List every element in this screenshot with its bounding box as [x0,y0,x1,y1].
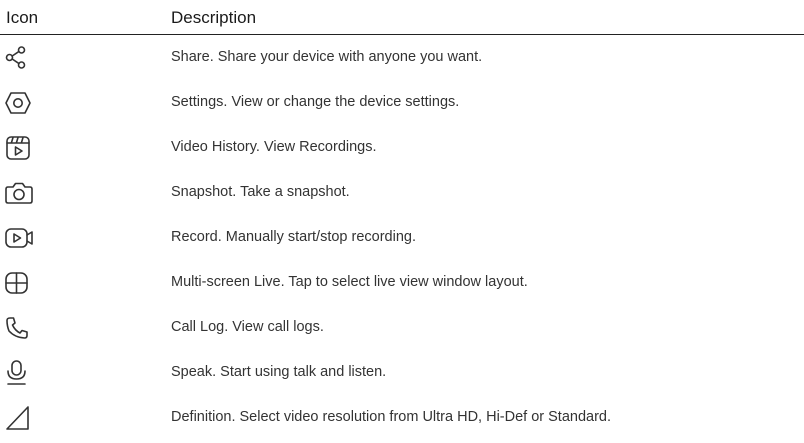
row-description: Snapshot. Take a snapshot. [171,184,350,200]
table-row: Speak. Start using talk and listen. [0,350,804,395]
table-row: Definition. Select video resolution from… [0,395,804,440]
phone-icon [4,314,36,342]
table-row: Video History. View Recordings. [0,125,804,170]
row-description: Video History. View Recordings. [171,139,377,155]
multi-screen-icon [4,269,36,297]
share-icon [4,44,36,72]
table-row: Snapshot. Take a snapshot. [0,170,804,215]
row-description: Settings. View or change the device sett… [171,94,460,110]
camera-icon [4,179,36,207]
table-row: Multi-screen Live. Tap to select live vi… [0,260,804,305]
row-description: Speak. Start using talk and listen. [171,364,387,380]
row-description: Call Log. View call logs. [171,319,324,335]
microphone-icon [4,359,36,387]
record-icon [4,224,36,252]
table-row: Record. Manually start/stop recording. [0,215,804,260]
row-description: Share. Share your device with anyone you… [171,49,483,65]
row-description: Record. Manually start/stop recording. [171,229,416,245]
row-description: Multi-screen Live. Tap to select live vi… [171,274,528,290]
row-description: Definition. Select video resolution from… [171,409,612,425]
settings-icon [4,89,36,117]
table-row: Settings. View or change the device sett… [0,80,804,125]
table-row: Share. Share your device with anyone you… [0,35,804,80]
icon-description-table: Icon Description Share. Share your devic… [0,0,804,440]
header-description-label: Description [171,8,257,27]
definition-icon [4,404,36,432]
header-icon-label: Icon [6,8,39,27]
video-history-icon [4,134,36,162]
table-row: Call Log. View call logs. [0,305,804,350]
table-header: Icon Description [0,0,804,35]
